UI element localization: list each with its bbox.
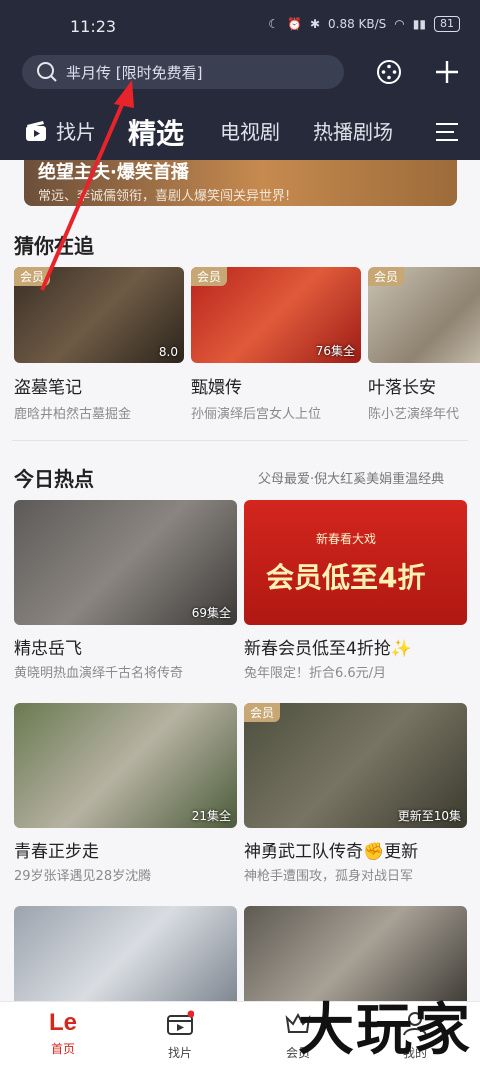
tab-find[interactable]: 找片 bbox=[140, 1010, 220, 1061]
tab-home[interactable]: Le 首页 bbox=[23, 1010, 103, 1057]
watermark: 大玩家 bbox=[298, 998, 472, 1063]
annotation-arrow bbox=[40, 80, 134, 291]
film-icon bbox=[166, 1010, 195, 1040]
letv-logo-icon: Le bbox=[48, 1009, 77, 1036]
tab-label: 找片 bbox=[167, 1046, 192, 1060]
tab-label: 首页 bbox=[50, 1042, 75, 1056]
